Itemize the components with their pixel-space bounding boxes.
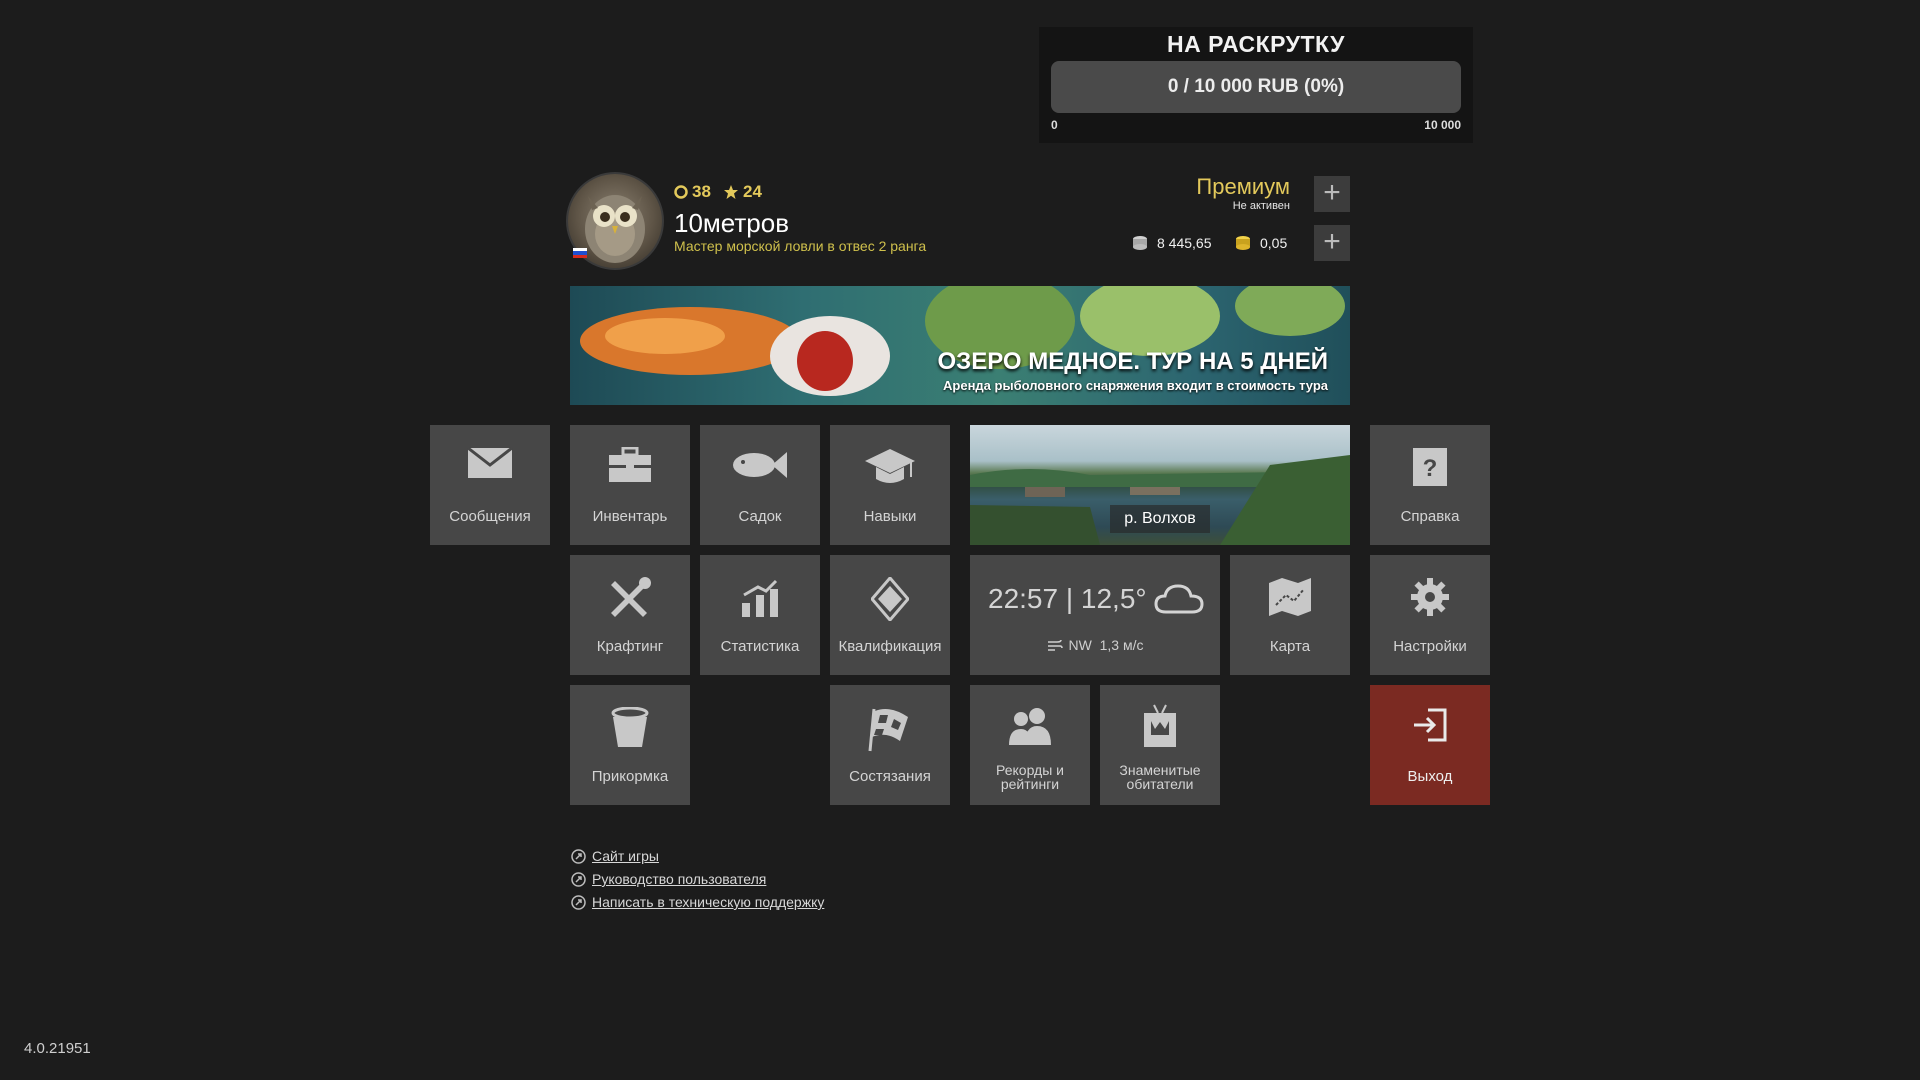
version-label: 4.0.21951 <box>24 1040 91 1057</box>
qualification-label: Квалификация <box>838 638 942 655</box>
premium-label[interactable]: Премиум <box>1155 174 1290 200</box>
silver-coins-icon <box>1133 236 1147 250</box>
player-rank: Мастер морской ловли в отвес 2 ранга <box>674 238 927 254</box>
plus-icon: + <box>1323 224 1341 258</box>
qualification-button[interactable]: Квалификация <box>830 555 950 675</box>
messages-button[interactable]: Сообщения <box>430 425 550 545</box>
player-name: 10метров <box>674 208 790 238</box>
promo-banner[interactable]: ОЗЕРО МЕДНОЕ. ТУР НА 5 ДНЕЙ Аренда рыбол… <box>570 286 1350 405</box>
premium-status: Не активен <box>1232 200 1290 212</box>
banner-subtitle: Аренда рыболовного снаряжения входит в с… <box>943 378 1328 393</box>
user-guide-link-row: Руководство пользователя <box>571 871 766 887</box>
level-icon <box>674 185 688 199</box>
wind-speed: 1,3 м/с <box>1099 637 1144 653</box>
records-label-line2: рейтинги <box>1000 776 1060 792</box>
wind-direction: NW <box>1068 637 1092 653</box>
buy-premium-button[interactable]: + <box>1314 176 1350 212</box>
crafting-label: Крафтинг <box>596 638 664 655</box>
banner-title: ОЗЕРО МЕДНОЕ. ТУР НА 5 ДНЕЙ <box>937 348 1328 375</box>
crafting-button[interactable]: Крафтинг <box>570 555 690 675</box>
wind-icon <box>1047 639 1063 651</box>
buy-gold-button[interactable]: + <box>1314 225 1350 261</box>
fish-icon <box>733 452 787 478</box>
briefcase-icon <box>609 447 651 482</box>
gold-balance: 0,05 <box>1234 234 1287 252</box>
external-link-icon <box>571 894 586 910</box>
skills-label: Навыки <box>863 508 917 525</box>
map-icon <box>1269 578 1311 616</box>
wind-info: NW 1,3 м/с <box>970 637 1220 653</box>
groundbait-label: Прикормка <box>591 768 669 785</box>
keepnet-label: Садок <box>738 508 782 525</box>
time-temperature: 22:57 | 12,5° <box>988 583 1147 614</box>
records-label: Рекорды и рейтинги <box>970 763 1090 791</box>
level-stat: 38 <box>674 182 711 202</box>
game-site-link[interactable]: Сайт игры <box>592 848 659 864</box>
competitions-button[interactable]: Состязания <box>830 685 950 805</box>
trophies-label-line2: обитатели <box>1126 776 1194 792</box>
cloud-icon <box>1154 584 1204 614</box>
help-label: Справка <box>1400 508 1460 525</box>
fundraiser-min-label: 0 <box>1051 118 1058 132</box>
inventory-button[interactable]: Инвентарь <box>570 425 690 545</box>
fundraiser-progress-bar: 0 / 10 000 RUB (0%) <box>1051 61 1461 113</box>
gold-value: 0,05 <box>1260 235 1288 251</box>
gear-icon <box>1411 578 1449 616</box>
fundraiser-title: НА РАСКРУТКУ <box>1167 31 1345 57</box>
trophies-label: Знаменитые обитатели <box>1100 763 1220 791</box>
star-icon <box>724 185 738 199</box>
keepnet-button[interactable]: Садок <box>700 425 820 545</box>
skills-button[interactable]: Навыки <box>830 425 950 545</box>
inventory-label: Инвентарь <box>592 508 668 525</box>
external-link-icon <box>571 871 586 887</box>
weather-tile[interactable]: 22:57 | 12,5° NW 1,3 м/с <box>970 555 1220 675</box>
people-icon <box>1009 708 1051 745</box>
help-button[interactable]: ? Справка <box>1370 425 1490 545</box>
fundraiser-panel: НА РАСКРУТКУ 0 / 10 000 RUB (0%) 0 10 00… <box>1039 27 1473 143</box>
russia-flag-icon <box>573 248 587 258</box>
settings-label: Настройки <box>1393 638 1467 655</box>
support-link[interactable]: Написать в техническую поддержку <box>592 894 824 910</box>
exit-label: Выход <box>1407 768 1453 785</box>
location-name: р. Волхов <box>1110 505 1210 533</box>
tools-icon <box>611 577 651 617</box>
trophies-button[interactable]: Знаменитые обитатели <box>1100 685 1220 805</box>
map-label: Карта <box>1269 638 1311 655</box>
statistics-button[interactable]: Статистика <box>700 555 820 675</box>
statistics-label: Статистика <box>720 638 800 655</box>
graduation-cap-icon <box>865 449 915 483</box>
silver-balance: 8 445,65 <box>1131 234 1212 252</box>
support-link-row: Написать в техническую поддержку <box>571 894 824 910</box>
fundraiser-max-label: 10 000 <box>1424 118 1461 132</box>
checkered-flag-icon <box>868 708 908 752</box>
external-link-icon <box>571 848 586 864</box>
silver-value: 8 445,65 <box>1157 235 1212 251</box>
plus-icon: + <box>1323 175 1341 209</box>
exit-door-icon <box>1414 708 1447 742</box>
diamond-icon <box>871 577 909 621</box>
groundbait-button[interactable]: Прикормка <box>570 685 690 805</box>
game-site-link-row: Сайт игры <box>571 848 659 864</box>
messages-label: Сообщения <box>449 508 531 525</box>
fundraiser-progress-text: 0 / 10 000 RUB (0%) <box>1167 76 1345 97</box>
envelope-icon <box>467 447 513 478</box>
map-button[interactable]: Карта <box>1230 555 1350 675</box>
level-value: 38 <box>692 182 711 201</box>
trophy-crown-icon <box>1144 704 1176 747</box>
bucket-icon <box>611 707 649 747</box>
svg-text:?: ? <box>1423 455 1438 482</box>
stars-stat: 24 <box>723 182 762 202</box>
records-button[interactable]: Рекорды и рейтинги <box>970 685 1090 805</box>
location-tile[interactable]: р. Волхов <box>970 425 1350 545</box>
user-guide-link[interactable]: Руководство пользователя <box>592 871 766 887</box>
gold-coins-icon <box>1236 236 1250 250</box>
stars-value: 24 <box>743 182 762 201</box>
help-book-icon: ? <box>1413 448 1447 486</box>
bar-chart-icon <box>742 579 778 617</box>
exit-button[interactable]: Выход <box>1370 685 1490 805</box>
competitions-label: Состязания <box>849 768 931 785</box>
settings-button[interactable]: Настройки <box>1370 555 1490 675</box>
